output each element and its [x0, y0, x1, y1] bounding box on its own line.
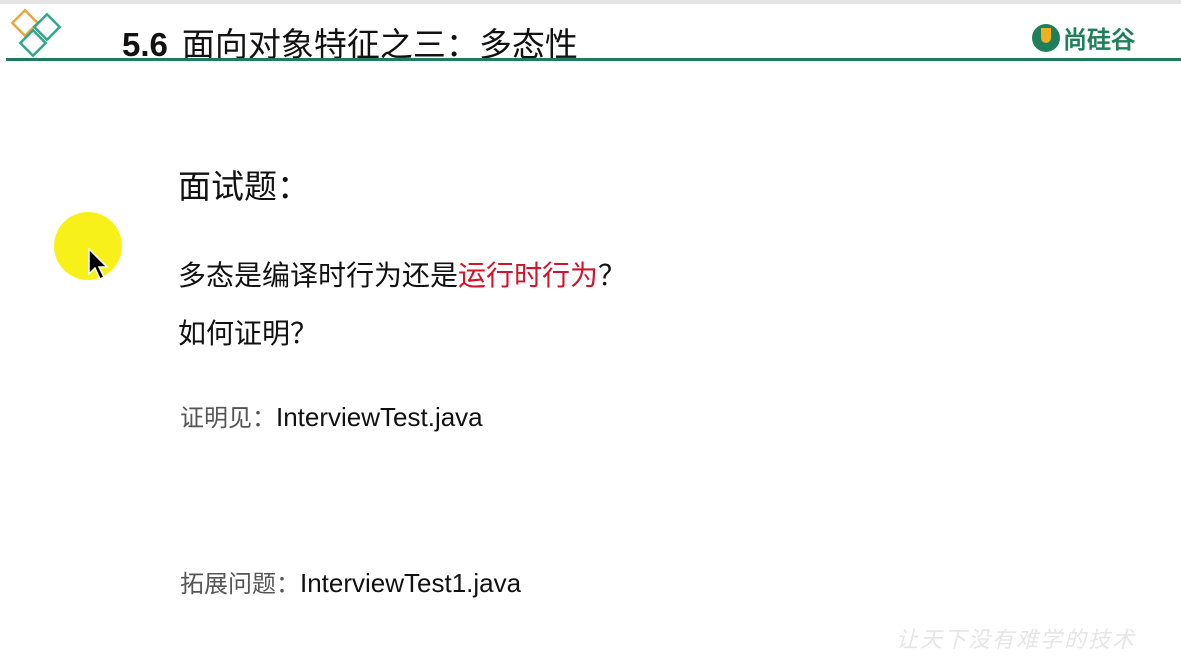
slide-header: 5.6 面向对象特征之三：多态性 尚硅谷 [0, 4, 1181, 64]
proof-file: InterviewTest.java [276, 402, 483, 432]
question-1-prefix: 多态是编译时行为还是 [178, 259, 459, 292]
brand-name: 尚硅谷 [1063, 26, 1135, 54]
extension-note: 拓展问题：InterviewTest1.java [180, 564, 521, 599]
interview-heading: 面试题： [178, 167, 310, 206]
proof-note: 证明见：InterviewTest.java [180, 398, 483, 433]
watermark: 让天下没有难学的技术 [896, 628, 1137, 653]
brand-u-icon [1032, 23, 1060, 52]
mouse-cursor-icon [88, 248, 109, 281]
question-1-highlight: 运行时行为 [458, 259, 599, 292]
header-divider [6, 58, 1181, 61]
extension-label: 拓展问题： [180, 570, 300, 598]
question-2: 如何证明？ [178, 317, 319, 350]
diamonds-logo-icon [10, 8, 62, 58]
question-1: 多态是编译时行为还是运行时行为？ [178, 254, 626, 294]
question-1-suffix: ？ [598, 259, 627, 292]
brand-logo: 尚硅谷 [1032, 20, 1135, 55]
extension-file: InterviewTest1.java [300, 568, 522, 598]
proof-label: 证明见： [180, 404, 276, 432]
